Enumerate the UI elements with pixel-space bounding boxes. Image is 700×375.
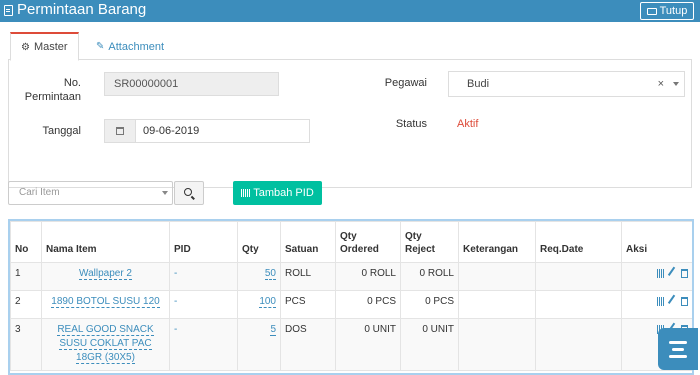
cell-satuan: DOS bbox=[280, 318, 336, 371]
document-icon bbox=[4, 4, 13, 16]
cell-req-date bbox=[535, 290, 622, 319]
no-permintaan-label: No. Permintaan bbox=[24, 77, 81, 103]
col-qty-reject: Qty Reject bbox=[400, 221, 459, 263]
cell-keterangan bbox=[458, 290, 536, 319]
tanggal-field[interactable]: 09-06-2019 bbox=[104, 119, 310, 143]
tab-attachment[interactable]: ✎ Attachment bbox=[86, 32, 174, 61]
item-name-link[interactable]: REAL GOOD SNACK SUSU COKLAT PAC 18GR (30… bbox=[57, 324, 154, 364]
master-form: No. Permintaan SR00000001 Tanggal 09-06-… bbox=[8, 60, 692, 188]
col-req-date: Req.Date bbox=[535, 221, 622, 263]
cell-qty-ordered: 0 ROLL bbox=[335, 262, 401, 291]
col-qty-ordered: Qty Ordered bbox=[335, 221, 401, 263]
tab-attachment-label: Attachment bbox=[108, 40, 165, 53]
add-pid-label: Tambah PID bbox=[253, 187, 314, 199]
close-button-label: Tutup bbox=[659, 5, 688, 17]
cell-qty-reject: 0 PCS bbox=[400, 290, 459, 319]
pencil-icon[interactable] bbox=[667, 294, 681, 308]
paperclip-icon: ✎ bbox=[96, 41, 105, 52]
cell-no: 3 bbox=[10, 318, 42, 371]
table-row: 1 Wallpaper 2 - 50 ROLL 0 ROLL 0 ROLL bbox=[10, 262, 692, 291]
barcode-icon[interactable] bbox=[657, 296, 665, 306]
col-satuan: Satuan bbox=[280, 221, 336, 263]
barcode-icon[interactable] bbox=[657, 268, 665, 278]
floating-menu-button[interactable] bbox=[658, 328, 698, 370]
main-panel: ⚙ Master ✎ Attachment No. Permintaan SR0… bbox=[0, 22, 700, 375]
tanggal-value: 09-06-2019 bbox=[143, 125, 200, 137]
col-aksi: Aksi bbox=[621, 221, 692, 263]
pegawai-select[interactable]: Budi × bbox=[448, 71, 685, 97]
cell-qty-reject: 0 ROLL bbox=[400, 262, 459, 291]
no-permintaan-field: SR00000001 bbox=[104, 72, 279, 96]
item-search-select[interactable]: Cari Item bbox=[8, 181, 173, 205]
items-table: No Nama Item PID Qty Satuan Qty Ordered … bbox=[8, 219, 694, 375]
trash-icon[interactable] bbox=[681, 268, 688, 278]
table-row: 3 REAL GOOD SNACK SUSU COKLAT PAC 18GR (… bbox=[10, 318, 692, 371]
cell-req-date bbox=[535, 318, 622, 371]
clear-icon[interactable]: × bbox=[658, 72, 664, 96]
table-row: 2 1890 BOTOL SUSU 120 - 100 PCS 0 PCS 0 … bbox=[10, 290, 692, 319]
chevron-down-icon[interactable] bbox=[673, 82, 679, 86]
cell-qty-reject: 0 UNIT bbox=[400, 318, 459, 371]
gears-icon: ⚙ bbox=[21, 41, 30, 53]
cell-keterangan bbox=[458, 262, 536, 291]
item-search-placeholder: Cari Item bbox=[19, 187, 60, 198]
col-qty: Qty bbox=[237, 221, 281, 263]
item-name-link[interactable]: Wallpaper 2 bbox=[79, 268, 132, 280]
col-keterangan: Keterangan bbox=[458, 221, 536, 263]
barcode-icon bbox=[241, 189, 251, 197]
cell-pid[interactable]: - bbox=[169, 318, 238, 371]
cell-req-date bbox=[535, 262, 622, 291]
status-label: Status bbox=[395, 118, 427, 130]
col-pid: PID bbox=[169, 221, 238, 263]
cell-pid[interactable]: - bbox=[169, 290, 238, 319]
cell-qty-ordered: 0 PCS bbox=[335, 290, 401, 319]
cell-pid[interactable]: - bbox=[169, 262, 238, 291]
menu-icon-bar bbox=[669, 354, 687, 358]
col-nama-item: Nama Item bbox=[41, 221, 170, 263]
cell-no: 1 bbox=[10, 262, 42, 291]
item-name-link[interactable]: 1890 BOTOL SUSU 120 bbox=[51, 296, 160, 308]
close-button[interactable]: Tutup bbox=[640, 2, 694, 20]
add-pid-button[interactable]: Tambah PID bbox=[233, 181, 322, 205]
page-header: Permintaan Barang Tutup bbox=[0, 0, 700, 22]
qty-editable[interactable]: 100 bbox=[259, 296, 276, 308]
page-title-text: Permintaan Barang bbox=[17, 1, 147, 18]
search-icon bbox=[184, 188, 192, 196]
status-value: Aktif bbox=[457, 118, 479, 130]
cell-qty-ordered: 0 UNIT bbox=[335, 318, 401, 371]
menu-icon-bar bbox=[672, 347, 684, 351]
chevron-down-icon[interactable] bbox=[162, 191, 168, 195]
tab-master[interactable]: ⚙ Master bbox=[10, 32, 79, 61]
menu-icon bbox=[669, 340, 687, 344]
tanggal-label: Tanggal bbox=[42, 125, 81, 137]
qty-editable[interactable]: 50 bbox=[264, 268, 276, 280]
qty-editable[interactable]: 5 bbox=[270, 324, 276, 336]
col-no: No bbox=[10, 221, 42, 263]
calendar-icon bbox=[116, 127, 124, 135]
cell-aksi bbox=[621, 290, 692, 319]
page-title: Permintaan Barang bbox=[4, 0, 146, 20]
calendar-button[interactable] bbox=[105, 120, 136, 142]
tab-master-label: Master bbox=[33, 41, 68, 53]
cell-satuan: PCS bbox=[280, 290, 336, 319]
cell-aksi bbox=[621, 262, 692, 291]
pegawai-value: Budi bbox=[467, 78, 490, 90]
folder-icon bbox=[646, 7, 657, 15]
table-header-row: No Nama Item PID Qty Satuan Qty Ordered … bbox=[10, 221, 692, 263]
cell-no: 2 bbox=[10, 290, 42, 319]
search-button[interactable] bbox=[174, 181, 204, 205]
tab-bar: ⚙ Master ✎ Attachment bbox=[8, 32, 692, 61]
cell-satuan: ROLL bbox=[280, 262, 336, 291]
pegawai-label: Pegawai bbox=[384, 77, 427, 89]
trash-icon[interactable] bbox=[681, 296, 688, 306]
pencil-icon[interactable] bbox=[667, 266, 681, 280]
cell-keterangan bbox=[458, 318, 536, 371]
